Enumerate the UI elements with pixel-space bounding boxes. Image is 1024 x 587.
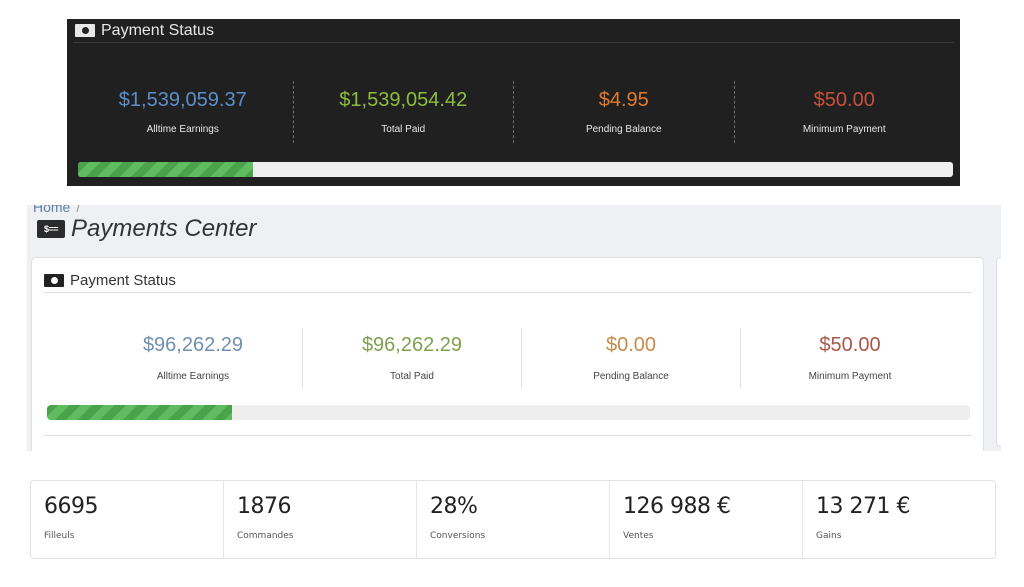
stat-label: Minimum Payment (802, 124, 886, 135)
stat-value: $50.00 (813, 89, 875, 111)
light-stats-row: $96,262.29 Alltime Earnings $96,262.29 T… (84, 328, 959, 388)
stat-value: $4.95 (598, 89, 649, 111)
stat-label: Ventes (623, 531, 654, 541)
stat-label: Conversions (430, 531, 486, 541)
stat-label: Total Paid (390, 371, 434, 382)
card-divider (44, 435, 971, 436)
page-title: Payments Center (71, 215, 257, 242)
breadcrumb-home-link[interactable]: Home (33, 205, 70, 215)
stat-value: 1876 (237, 494, 292, 519)
affiliate-stats-bar: 6695 Filleuls 1876 Commandes 28% Convers… (30, 480, 996, 559)
breadcrumb-separator: / (76, 205, 81, 215)
money-bill-icon (75, 24, 95, 37)
light-stat-pending-balance: $0.00 Pending Balance (522, 328, 741, 388)
stat-label: Commandes (237, 531, 294, 541)
stat-value: $50.00 (819, 334, 881, 356)
payments-center-section: Home / $== Payments Center Payment Status… (27, 205, 1001, 451)
dark-payment-status-panel: Payment Status $1,539,059.37 Alltime Ear… (67, 19, 960, 186)
payment-status-card: Payment Status $96,262.29 Alltime Earnin… (31, 257, 984, 451)
progress-fill (47, 405, 232, 420)
light-stat-total-paid: $96,262.29 Total Paid (303, 328, 522, 388)
fr-stat-conversions: 28% Conversions (417, 481, 610, 558)
side-card-edge (996, 257, 1001, 447)
stat-value: $1,539,054.42 (339, 89, 468, 111)
fr-stat-commandes: 1876 Commandes (224, 481, 417, 558)
stat-value: 126 988 € (623, 494, 731, 519)
stat-label: Total Paid (381, 124, 426, 135)
dark-stat-pending-balance: $4.95 Pending Balance (514, 81, 735, 143)
dark-panel-header: Payment Status (73, 19, 954, 43)
dark-stat-minimum-payment: $50.00 Minimum Payment (735, 81, 955, 143)
stat-value: $0.00 (605, 334, 657, 356)
stat-value: 6695 (44, 494, 99, 519)
stat-label: Pending Balance (593, 371, 669, 382)
card-header: Payment Status (44, 268, 971, 293)
light-payment-progress-bar (47, 405, 970, 420)
dark-stat-total-paid: $1,539,054.42 Total Paid (294, 81, 514, 143)
progress-fill (78, 162, 253, 177)
stat-label: Filleuls (44, 531, 75, 541)
dark-payment-progress-bar (78, 162, 953, 177)
page-title-row: $== Payments Center (37, 215, 256, 243)
dark-panel-title: Payment Status (101, 21, 214, 39)
fr-stat-gains: 13 271 € Gains (803, 481, 995, 558)
fr-stat-ventes: 126 988 € Ventes (610, 481, 803, 558)
card-title: Payment Status (70, 271, 176, 289)
light-stat-alltime-earnings: $96,262.29 Alltime Earnings (84, 328, 303, 388)
money-check-icon: $== (37, 220, 65, 238)
stat-value: $1,539,059.37 (118, 89, 247, 111)
stat-label: Pending Balance (585, 124, 662, 135)
breadcrumb: Home / (33, 205, 80, 215)
light-stat-minimum-payment: $50.00 Minimum Payment (741, 328, 959, 388)
dark-stats-row: $1,539,059.37 Alltime Earnings $1,539,05… (73, 59, 954, 159)
stat-value: 28% (430, 494, 478, 519)
stat-label: Gains (816, 531, 842, 541)
stat-label: Alltime Earnings (146, 124, 219, 135)
stat-label: Minimum Payment (808, 371, 892, 382)
stat-value: $96,262.29 (142, 334, 244, 356)
fr-stat-filleuls: 6695 Filleuls (31, 481, 224, 558)
stat-label: Alltime Earnings (156, 371, 230, 382)
dark-stat-alltime-earnings: $1,539,059.37 Alltime Earnings (73, 81, 294, 143)
money-bill-icon (44, 273, 64, 287)
stat-value: $96,262.29 (361, 334, 463, 356)
stat-value: 13 271 € (816, 494, 910, 519)
